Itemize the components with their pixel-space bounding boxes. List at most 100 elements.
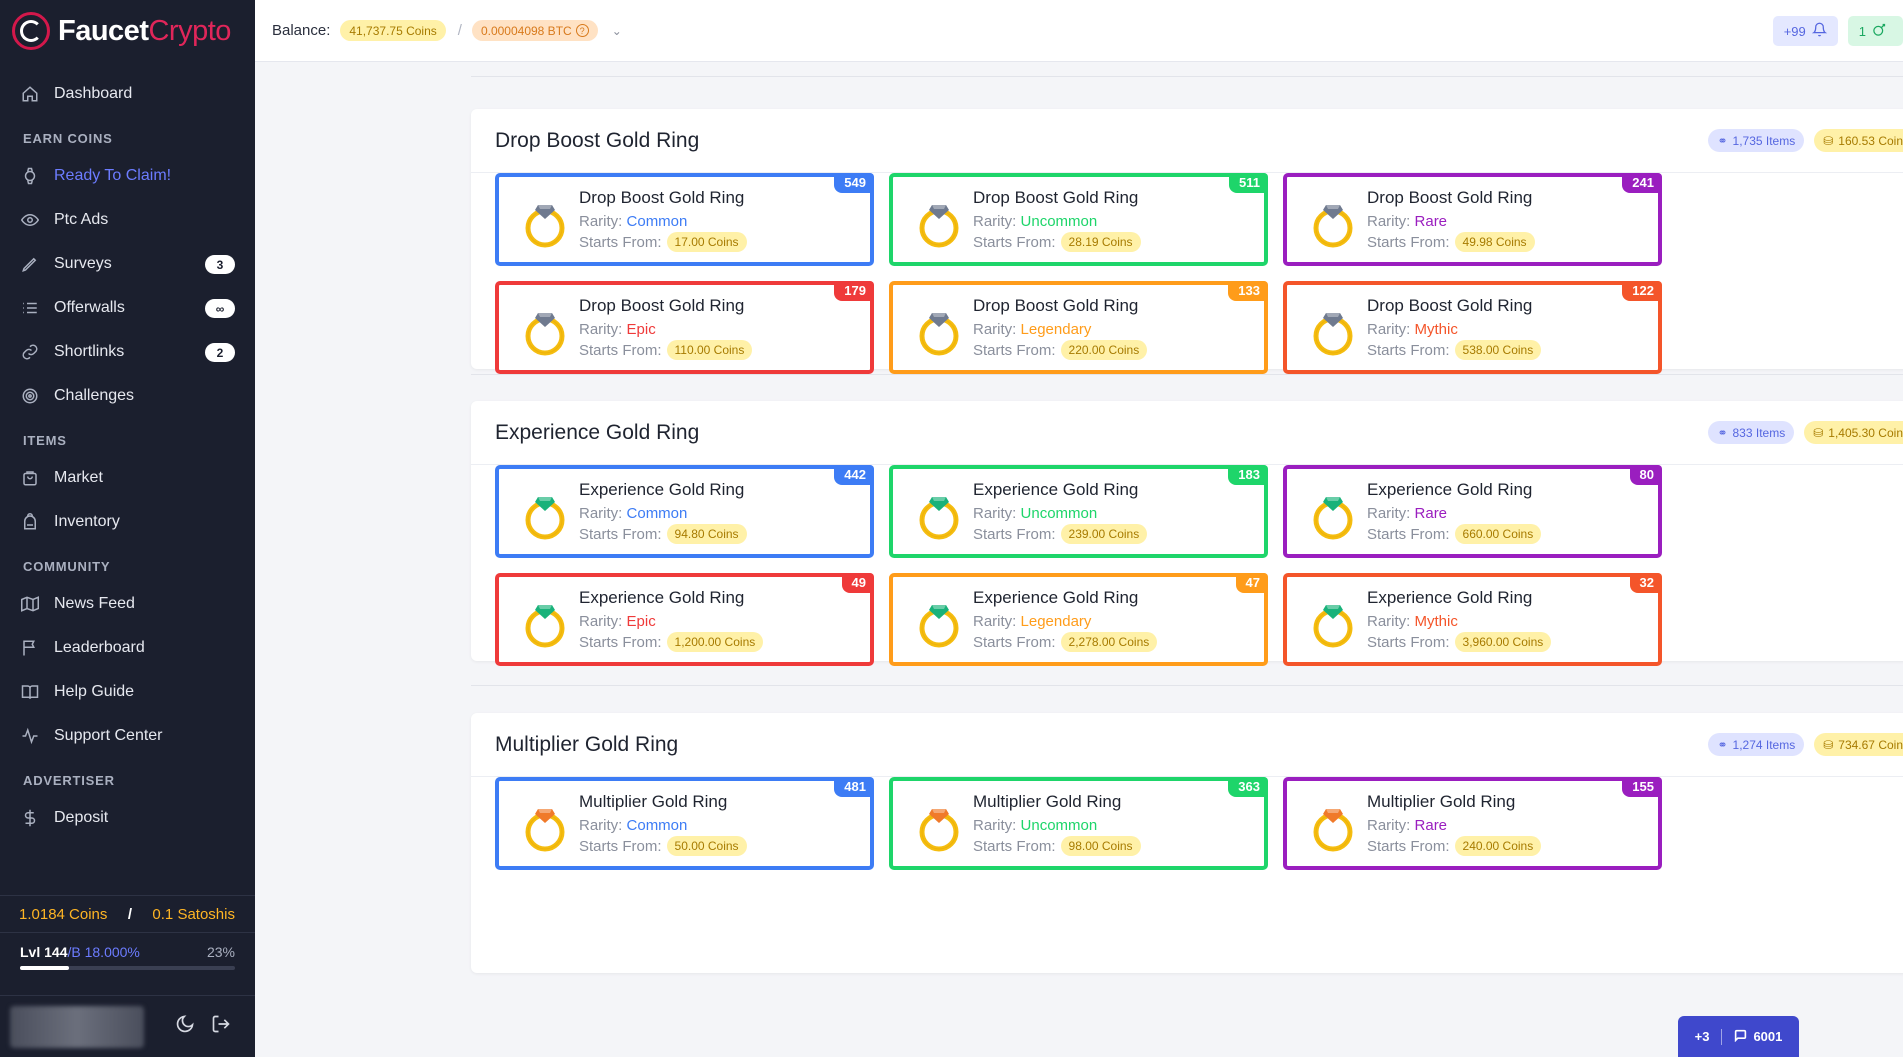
level-percent: 23% — [206, 944, 235, 960]
item-rarity: Rarity: Epic — [579, 613, 656, 630]
ring-icon — [1311, 489, 1355, 541]
item-card[interactable]: 241 Drop Boost Gold Ring Rarity: Rare Start… — [1283, 173, 1662, 266]
section-title: Drop Boost Gold Ring — [495, 128, 700, 152]
item-price: Starts From: 50.00 Coins — [579, 836, 747, 856]
sidebar-item-label: Deposit — [54, 809, 109, 826]
rewards-button[interactable]: 1 — [1847, 16, 1903, 46]
coins-total-value: 734.67 Coins — [1838, 737, 1903, 752]
chat-button[interactable]: +3 6001 — [1678, 1016, 1799, 1057]
rarity-label: Rarity: — [1367, 505, 1411, 522]
item-rarity: Rarity: Uncommon — [973, 817, 1097, 834]
basket-icon: ⚭ — [1717, 737, 1728, 752]
item-card[interactable]: 49 Experience Gold Ring Rarity: Epic Starts… — [495, 573, 874, 666]
price-badge: 3,960.00 Coins — [1454, 632, 1552, 652]
section-title: Multiplier Gold Ring — [495, 732, 679, 756]
book-icon — [20, 682, 40, 702]
sidebar-item-inventory[interactable]: Inventory — [0, 500, 255, 544]
level-label: Lvl 144 — [20, 944, 68, 960]
starts-from-label: Starts From: — [973, 837, 1056, 855]
items-count-badge: ⚭ 833 Items — [1708, 421, 1795, 444]
item-price: Starts From: 49.98 Coins — [1367, 232, 1535, 252]
rarity-label: Rarity: — [579, 613, 623, 630]
item-card[interactable]: 549 Drop Boost Gold Ring Rarity: Common Sta… — [495, 173, 874, 266]
price-badge: 538.00 Coins — [1454, 340, 1542, 360]
watch-icon — [20, 166, 40, 186]
ring-icon — [523, 597, 567, 649]
sidebar-item-label: News Feed — [54, 595, 135, 612]
help-icon[interactable]: ? — [575, 24, 589, 37]
basket-icon: ⚭ — [1717, 425, 1728, 440]
item-card[interactable]: 481 Multiplier Gold Ring Rarity: Common Sta… — [495, 777, 874, 870]
coins-total-badge: ⛁ 734.67 Coins — [1814, 733, 1903, 756]
sidebar-item-ptc-ads[interactable]: Ptc Ads — [0, 198, 255, 242]
item-card[interactable]: 155 Multiplier Gold Ring Rarity: Rare Start… — [1283, 777, 1662, 870]
sidebar-item-label: Help Guide — [54, 683, 135, 700]
coins-total-badge: ⛁ 1,405.30 Coins — [1804, 421, 1903, 444]
home-icon — [20, 84, 40, 104]
section-divider — [471, 685, 1903, 686]
item-card[interactable]: 183 Experience Gold Ring Rarity: Uncommon S… — [889, 465, 1268, 558]
section-header: Multiplier Gold Ring ⚭ 1,274 Items ⛁ 734.67 … — [471, 713, 1903, 777]
sidebar-item-offerwalls[interactable]: Offerwalls ∞ — [0, 286, 255, 330]
item-rarity: Rarity: Rare — [1367, 213, 1447, 230]
sidebar-item-challenges[interactable]: Challenges — [0, 374, 255, 418]
rarity-label: Rarity: — [973, 321, 1017, 338]
pencil-icon — [20, 254, 40, 274]
item-card[interactable]: 363 Multiplier Gold Ring Rarity: Uncommon S… — [889, 777, 1268, 870]
rarity-value: Legendary — [1020, 613, 1092, 630]
sidebar-item-market[interactable]: Market — [0, 456, 255, 500]
coins-icon: ⛁ — [1823, 737, 1834, 752]
items-count-value: 1,274 Items — [1732, 737, 1796, 752]
level-progress-bar — [20, 966, 235, 970]
item-card[interactable]: 47 Experience Gold Ring Rarity: Legendary S… — [889, 573, 1268, 666]
item-rarity: Rarity: Rare — [1367, 817, 1447, 834]
rarity-label: Rarity: — [973, 505, 1017, 522]
item-card[interactable]: 32 Experience Gold Ring Rarity: Mythic Star… — [1283, 573, 1662, 666]
chevron-down-icon[interactable]: ⌄ — [612, 24, 622, 38]
item-card[interactable]: 179 Drop Boost Gold Ring Rarity: Epic Start… — [495, 281, 874, 374]
sidebar-item-deposit[interactable]: Deposit — [0, 796, 255, 840]
link-icon — [20, 342, 40, 362]
item-card[interactable]: 122 Drop Boost Gold Ring Rarity: Mythic Sta… — [1283, 281, 1662, 374]
sidebar-item-ready-to-claim[interactable]: Ready To Claim! — [0, 154, 255, 198]
sidebar-item-support-center[interactable]: Support Center — [0, 714, 255, 758]
avatar[interactable] — [10, 1005, 144, 1048]
offerwalls-badge: ∞ — [205, 299, 235, 318]
market-content: Drop Boost Gold Ring ⚭ 1,735 Items ⛁ 160.53 … — [255, 62, 1903, 1057]
item-name: Drop Boost Gold Ring — [579, 188, 745, 207]
sidebar-item-surveys[interactable]: Surveys 3 — [0, 242, 255, 286]
item-rarity: Rarity: Epic — [579, 321, 656, 338]
user-panel — [0, 995, 255, 1057]
rarity-value: Epic — [626, 613, 656, 630]
ring-icon — [917, 197, 961, 249]
ring-icon — [917, 597, 961, 649]
notifications-button[interactable]: +99 — [1772, 16, 1838, 46]
rarity-label: Rarity: — [1367, 817, 1411, 834]
rarity-value: Uncommon — [1020, 505, 1098, 522]
rarity-value: Rare — [1414, 817, 1448, 834]
item-card[interactable]: 511 Drop Boost Gold Ring Rarity: Uncommon S… — [889, 173, 1268, 266]
coins-balance: 41,737.75 Coins — [340, 20, 446, 41]
sidebar-item-help-guide[interactable]: Help Guide — [0, 670, 255, 714]
item-price: Starts From: 98.00 Coins — [973, 836, 1141, 856]
moon-icon[interactable] — [175, 1014, 195, 1040]
ring-icon — [917, 489, 961, 541]
level-progress: Lvl 144/B 18.000% 23% — [0, 940, 255, 970]
nav-section-community: COMMUNITY — [23, 559, 111, 574]
item-card[interactable]: 133 Drop Boost Gold Ring Rarity: Legendary… — [889, 281, 1268, 374]
price-badge: 94.80 Coins — [666, 524, 747, 544]
logo[interactable]: FaucetCrypto — [0, 0, 255, 62]
sidebar-item-dashboard[interactable]: Dashboard — [0, 72, 255, 116]
stock-count-badge: 549 — [834, 173, 874, 193]
activity-icon — [20, 726, 40, 746]
sidebar-item-news-feed[interactable]: News Feed — [0, 582, 255, 626]
sidebar-item-leaderboard[interactable]: Leaderboard — [0, 626, 255, 670]
item-name: Experience Gold Ring — [579, 588, 745, 607]
logout-icon[interactable] — [211, 1014, 231, 1040]
sidebar-item-shortlinks[interactable]: Shortlinks 2 — [0, 330, 255, 374]
item-card[interactable]: 80 Experience Gold Ring Rarity: Rare Starts… — [1283, 465, 1662, 558]
coins-total-value: 1,405.30 Coins — [1828, 425, 1903, 440]
starts-from-label: Starts From: — [579, 633, 662, 651]
item-card[interactable]: 442 Experience Gold Ring Rarity: Common Sta… — [495, 465, 874, 558]
bag-icon — [20, 468, 40, 488]
